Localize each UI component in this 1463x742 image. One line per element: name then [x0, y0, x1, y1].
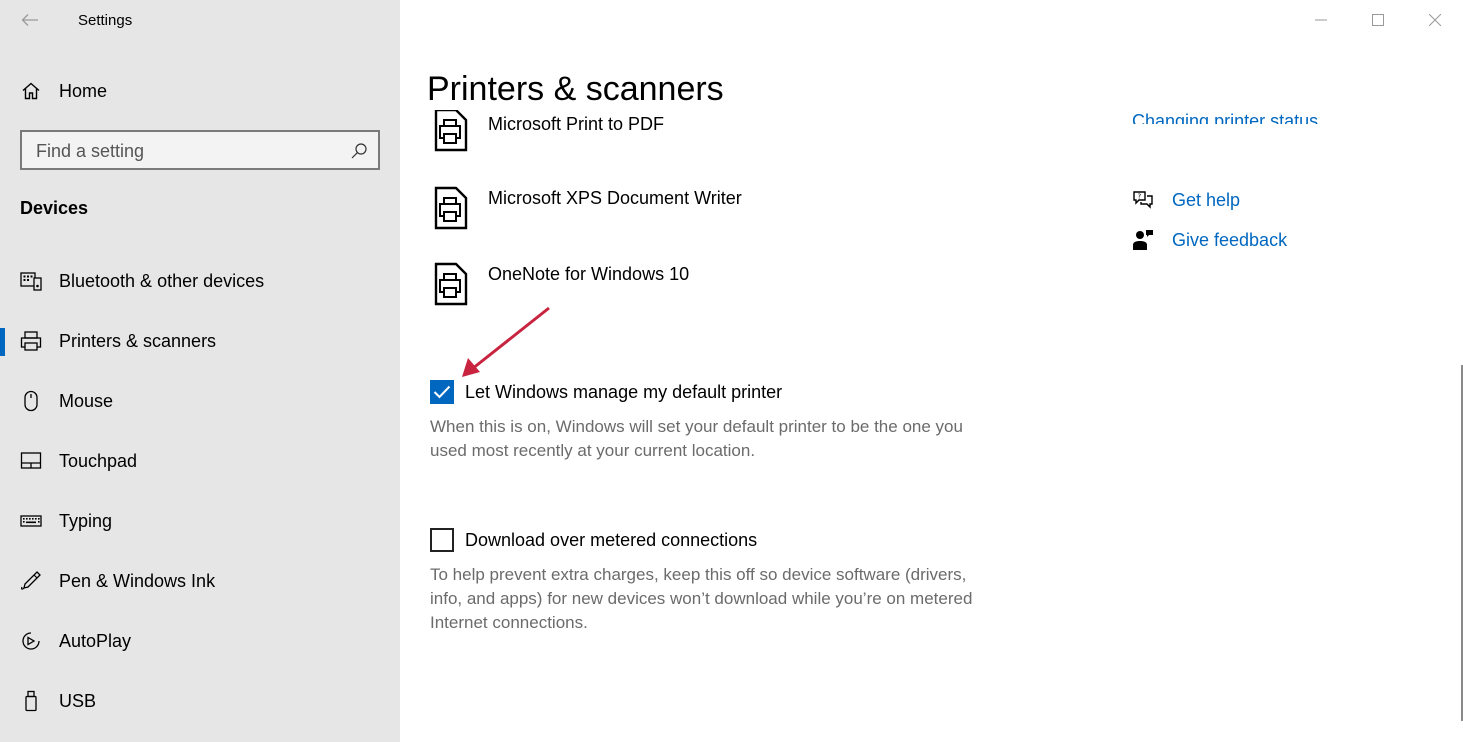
- sidebar-item-pen[interactable]: Pen & Windows Ink: [0, 556, 400, 606]
- usb-icon: [20, 690, 42, 712]
- sidebar-item-mouse[interactable]: Mouse: [0, 376, 400, 426]
- touchpad-icon: [20, 450, 42, 472]
- get-help-icon: ?: [1132, 189, 1154, 211]
- printer-item[interactable]: OneNote for Windows 10: [432, 262, 1032, 324]
- give-feedback-icon: [1132, 229, 1154, 251]
- option-description: When this is on, Windows will set your d…: [430, 417, 963, 460]
- back-arrow-icon: [21, 14, 38, 26]
- sidebar-item-autoplay[interactable]: AutoPlay: [0, 616, 400, 666]
- back-button[interactable]: [14, 6, 46, 34]
- option-description: To help prevent extra charges, keep this…: [430, 565, 973, 632]
- sidebar-item-label: Mouse: [59, 390, 114, 411]
- maximize-button[interactable]: [1349, 0, 1406, 40]
- printer-item[interactable]: Microsoft Print to PDF: [432, 110, 1032, 172]
- maximize-icon: [1371, 14, 1384, 26]
- home-icon: [20, 80, 42, 102]
- scroll-content: Microsoft Print to PDF Microsoft XPS Doc…: [400, 110, 1440, 742]
- give-feedback-link[interactable]: Give feedback: [1132, 229, 1287, 251]
- close-button[interactable]: [1406, 0, 1463, 40]
- window-controls: [1292, 0, 1463, 40]
- sidebar-item-label: USB: [59, 690, 97, 711]
- search-box: [20, 130, 380, 170]
- pen-icon: [20, 570, 42, 592]
- titlebar-left: Settings: [0, 0, 400, 40]
- search-icon[interactable]: [350, 142, 368, 160]
- printer-document-icon: [434, 186, 468, 230]
- metered-download-option[interactable]: Download over metered connections: [430, 528, 757, 552]
- mouse-icon: [20, 390, 42, 412]
- checkmark-icon: [433, 385, 451, 399]
- search-input[interactable]: [36, 140, 336, 162]
- main-content: Printers & scanners Microsoft Print to P…: [400, 0, 1463, 742]
- section-heading: Devices: [20, 198, 89, 218]
- get-help-link[interactable]: ? Get help: [1132, 189, 1240, 211]
- settings-window: Settings Home Devices: [0, 0, 1463, 742]
- get-help-label: Get help: [1172, 189, 1241, 210]
- sidebar-item-home[interactable]: Home: [0, 71, 400, 111]
- keyboard-icon: [20, 510, 42, 532]
- minimize-icon: [1314, 19, 1327, 21]
- sidebar-item-typing[interactable]: Typing: [0, 496, 400, 546]
- default-printer-checkbox[interactable]: [430, 380, 454, 404]
- sidebar-item-label: Printers & scanners: [59, 330, 217, 351]
- sidebar-item-label: Home: [59, 80, 108, 101]
- sidebar-item-label: Touchpad: [59, 450, 138, 471]
- bluetooth-devices-icon: [20, 270, 42, 292]
- default-printer-option[interactable]: Let Windows manage my default printer: [430, 380, 782, 404]
- sidebar-item-usb[interactable]: USB: [0, 676, 400, 726]
- sidebar-item-bluetooth[interactable]: Bluetooth & other devices: [0, 256, 400, 306]
- printer-icon: [20, 330, 42, 352]
- printer-item[interactable]: Microsoft XPS Document Writer: [432, 186, 1032, 248]
- sidebar-item-label: Typing: [59, 510, 113, 531]
- sidebar-item-touchpad[interactable]: Touchpad: [0, 436, 400, 486]
- page-title: Printers & scanners: [427, 70, 724, 108]
- metered-download-checkbox[interactable]: [430, 528, 454, 552]
- sidebar-item-printers[interactable]: Printers & scanners: [0, 316, 400, 366]
- printer-document-icon: [434, 110, 468, 152]
- sidebar: Settings Home Devices: [0, 0, 400, 742]
- close-icon: [1428, 14, 1441, 26]
- app-title: Settings: [78, 12, 133, 29]
- minimize-button[interactable]: [1292, 0, 1349, 40]
- printer-name: Microsoft XPS Document Writer: [488, 188, 742, 208]
- sidebar-item-label: Pen & Windows Ink: [59, 570, 216, 591]
- checkbox-label: Let Windows manage my default printer: [465, 381, 783, 402]
- give-feedback-label: Give feedback: [1172, 229, 1288, 250]
- sidebar-item-label: Bluetooth & other devices: [59, 270, 265, 291]
- printer-document-icon: [434, 262, 468, 306]
- printer-name: Microsoft Print to PDF: [488, 114, 665, 134]
- autoplay-icon: [20, 630, 42, 652]
- sidebar-item-label: AutoPlay: [59, 630, 132, 651]
- printer-name: OneNote for Windows 10: [488, 264, 690, 284]
- svg-text:?: ?: [1138, 193, 1142, 201]
- checkbox-label: Download over metered connections: [465, 529, 758, 550]
- changing-printer-status-link[interactable]: Changing printer status: [1132, 108, 1318, 124]
